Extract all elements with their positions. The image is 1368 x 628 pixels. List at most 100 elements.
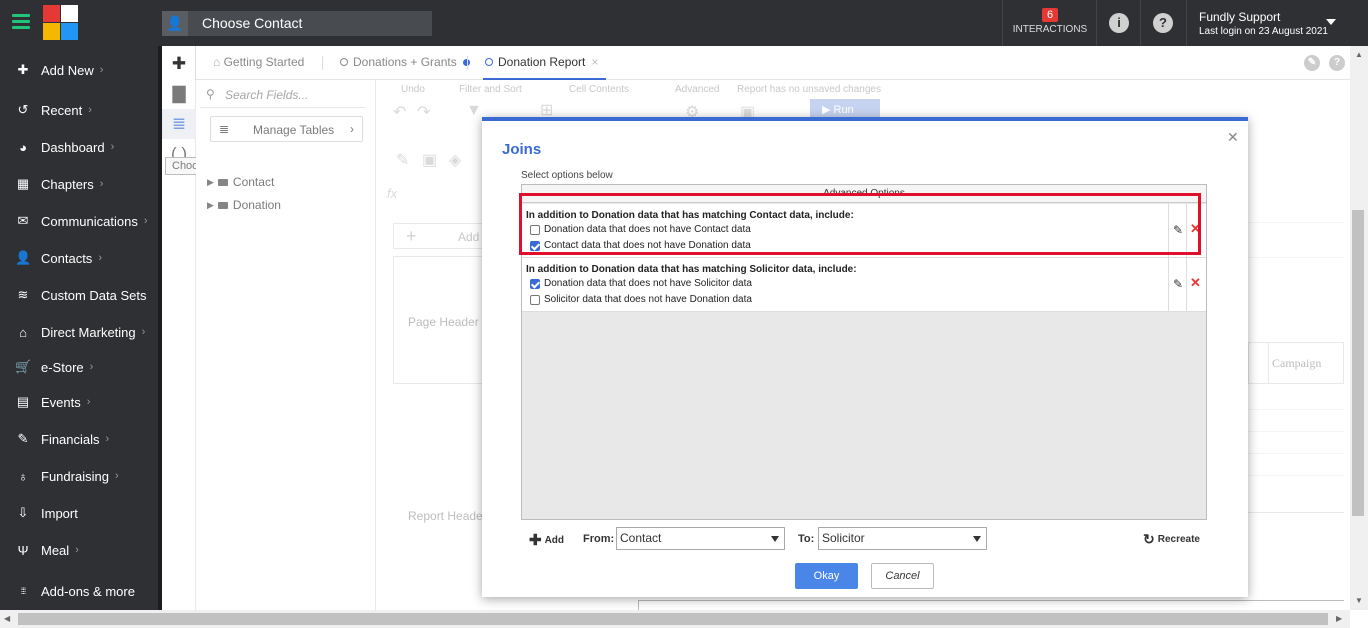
tab-label: Donations + Grants <box>353 55 457 69</box>
sidebar-item-label: Fundraising <box>41 468 109 484</box>
money-bag-icon: ♁ <box>18 468 28 484</box>
choose-contact-label: Choose Contact <box>202 15 303 31</box>
dialog-title: Joins <box>502 141 542 158</box>
app-logo[interactable] <box>43 5 79 41</box>
from-select[interactable]: Contact <box>616 527 785 550</box>
divider <box>467 56 468 70</box>
add-icon[interactable]: ✚ <box>162 49 196 79</box>
hamburger-menu-icon[interactable] <box>12 14 30 30</box>
to-label: To: <box>798 533 815 545</box>
import-icon: ⇩ <box>17 505 29 520</box>
tab-donations-grants[interactable]: Donations + Grants <box>340 46 470 80</box>
divider <box>322 56 323 70</box>
horizontal-scrollbar[interactable]: ◀ ▶ <box>0 610 1350 628</box>
history-icon: ↺ <box>17 102 29 117</box>
bank-icon: ⌂ <box>19 324 27 340</box>
tab-donation-report[interactable]: Donation Report × <box>483 46 607 80</box>
sidebar-item-contacts[interactable]: 👤 Contacts › <box>0 243 158 273</box>
sidebar-item-import[interactable]: ⇩ Import <box>0 498 158 528</box>
tab-circle-icon <box>485 58 493 66</box>
plus-icon: ✚ <box>529 532 542 549</box>
sidebar-item-label: Add-ons & more <box>41 583 135 599</box>
sidebar-item-label: Custom Data Sets <box>41 287 147 303</box>
sidebar-item-custom-data-sets[interactable]: ≋ Custom Data Sets <box>0 280 158 310</box>
plus-circle-icon: ✚ <box>17 62 29 77</box>
tab-bar: ⌂ Getting Started Donations + Grants Don… <box>196 46 1350 80</box>
sidebar-item-label: Add New <box>41 62 94 78</box>
sidebar-item-e-store[interactable]: 🛒 e-Store › <box>0 352 158 382</box>
recreate-button[interactable]: ↻ Recreate <box>1143 531 1200 548</box>
tab-getting-started[interactable]: ⌂ Getting Started <box>213 46 304 80</box>
sidebar-item-communications[interactable]: ✉ Communications › <box>0 206 158 236</box>
join-row: In addition to Donation data that has ma… <box>522 258 1206 312</box>
user-name: Fundly Support <box>1199 10 1281 24</box>
sidebar-item-chapters[interactable]: ▦ Chapters › <box>0 169 158 199</box>
sidebar: ✚ Add New › ↺ Recent › ◕ Dashboard › ▦ Chapters… <box>0 46 158 610</box>
sidebar-item-add-new[interactable]: ✚ Add New › <box>0 55 158 85</box>
scroll-left-icon[interactable]: ◀ <box>4 614 10 623</box>
scroll-down-icon[interactable]: ▼ <box>1355 596 1363 605</box>
scroll-up-icon[interactable]: ▲ <box>1355 50 1363 59</box>
join-option[interactable]: Donation data that does not have Solicit… <box>530 278 752 289</box>
divider <box>1002 0 1003 46</box>
interactions-button[interactable]: 6 INTERACTIONS <box>1004 0 1096 46</box>
info-icon[interactable]: i <box>1109 13 1129 33</box>
scrollbar-thumb[interactable] <box>1352 210 1364 516</box>
checkbox[interactable] <box>530 278 540 289</box>
user-menu[interactable]: Fundly Support Last login on 23 August 2… <box>1199 10 1328 37</box>
highlight-annotation <box>519 193 1201 255</box>
sidebar-item-meal[interactable]: Ψ Meal › <box>0 535 158 565</box>
sidebar-item-label: Meal <box>41 542 70 558</box>
sidebar-item-label: e-Store <box>41 359 84 375</box>
user-icon: 👤 <box>15 250 32 265</box>
sidebar-item-label: Dashboard <box>41 139 105 155</box>
layers-icon: ≋ <box>17 287 29 302</box>
calendar-icon: ▤ <box>16 394 30 409</box>
top-bar: 👤 Choose Contact 6 INTERACTIONS i ? Fund… <box>0 0 1368 46</box>
joins-dialog: Joins ✕ Select options below Advanced Op… <box>482 117 1248 597</box>
join-option[interactable]: Solicitor data that does not have Donati… <box>530 294 752 305</box>
recreate-label: Recreate <box>1157 534 1200 545</box>
sidebar-item-financials[interactable]: ✎ Financials › <box>0 424 158 454</box>
cart-icon: 🛒 <box>15 359 32 374</box>
tab-circle-icon <box>340 58 348 66</box>
sidebar-item-recent[interactable]: ↺ Recent › <box>0 95 158 125</box>
settings-icon[interactable]: ✎ <box>1304 55 1320 71</box>
vertical-scrollbar[interactable]: ▲ ▼ <box>1350 46 1368 610</box>
from-label: From: <box>583 533 615 545</box>
sidebar-item-label: Import <box>41 505 78 521</box>
add-label: Add <box>544 534 565 546</box>
sidebar-item-label: Events <box>41 394 81 410</box>
close-icon[interactable]: ✕ <box>1227 129 1239 146</box>
choose-contact-search[interactable]: 👤 Choose Contact <box>162 11 432 36</box>
help-icon[interactable]: ? <box>1153 13 1173 33</box>
interactions-count-badge: 6 <box>1041 8 1059 22</box>
cutlery-icon: Ψ <box>17 542 29 558</box>
scroll-right-icon[interactable]: ▶ <box>1336 614 1342 623</box>
okay-button[interactable]: Okay <box>795 563 858 589</box>
option-label: Solicitor data that does not have Donati… <box>544 294 752 305</box>
sidebar-item-label: Recent <box>41 102 83 118</box>
user-menu-caret-icon[interactable] <box>1326 19 1336 25</box>
divider <box>1140 0 1141 46</box>
sidebar-item-label: Chapters <box>41 176 94 192</box>
sidebar-item-add-ons[interactable]: ⁞⁞⁞ Add-ons & more <box>0 576 158 606</box>
interactions-label: INTERACTIONS <box>1012 24 1088 35</box>
sidebar-item-dashboard[interactable]: ◕ Dashboard › <box>0 132 158 162</box>
sidebar-item-label: Direct Marketing <box>41 324 136 340</box>
scrollbar-thumb[interactable] <box>18 613 1328 625</box>
delete-x-icon[interactable]: ✕ <box>1190 275 1201 291</box>
sidebar-item-events[interactable]: ▤ Events › <box>0 387 158 417</box>
to-select[interactable]: Solicitor <box>818 527 987 550</box>
cancel-button[interactable]: Cancel <box>871 563 934 589</box>
home-icon: ⌂ <box>213 55 224 69</box>
sidebar-item-label: Financials <box>41 431 100 447</box>
add-join-button[interactable]: ✚ Add <box>529 531 564 549</box>
sidebar-item-fundraising[interactable]: ♁ Fundraising › <box>0 461 158 491</box>
close-tab-icon[interactable]: × <box>591 55 598 69</box>
money-icon: ✎ <box>17 431 29 446</box>
help-icon[interactable]: ? <box>1329 55 1345 71</box>
edit-pencil-icon[interactable]: ✎ <box>1173 277 1183 291</box>
sidebar-item-direct-marketing[interactable]: ⌂ Direct Marketing › <box>0 317 158 347</box>
checkbox[interactable] <box>530 294 540 305</box>
